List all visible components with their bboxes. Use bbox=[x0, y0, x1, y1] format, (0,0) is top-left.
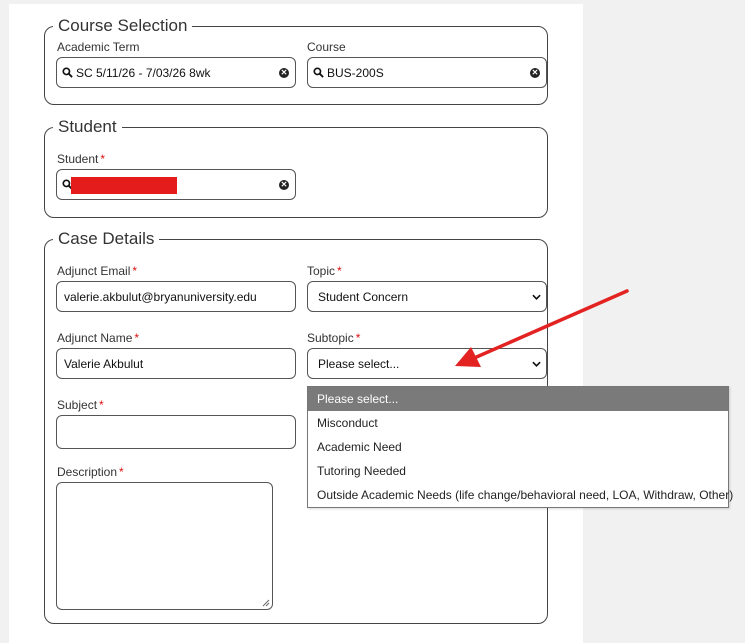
subject-label: Subject * bbox=[57, 398, 104, 412]
clear-icon[interactable]: ✕ bbox=[279, 67, 289, 78]
topic-select[interactable]: Student Concern bbox=[307, 281, 547, 312]
academic-term-value: SC 5/11/26 - 7/03/26 8wk bbox=[76, 65, 211, 80]
resize-grip-icon[interactable] bbox=[262, 599, 270, 607]
chevron-down-icon bbox=[532, 294, 541, 300]
academic-term-label: Academic Term bbox=[57, 40, 140, 54]
academic-term-field[interactable]: SC 5/11/26 - 7/03/26 8wk ✕ bbox=[56, 57, 296, 88]
adjunct-name-value: Valerie Akbulut bbox=[64, 356, 144, 371]
subtopic-option-outside-academic-needs[interactable]: Outside Academic Needs (life change/beha… bbox=[308, 483, 733, 507]
subtopic-label: Subtopic * bbox=[307, 331, 361, 345]
course-label: Course bbox=[307, 40, 346, 54]
subtopic-option-academic-need[interactable]: Academic Need bbox=[308, 435, 728, 459]
clear-icon[interactable]: ✕ bbox=[279, 179, 289, 190]
course-value: BUS-200S bbox=[327, 65, 384, 80]
subtopic-option-tutoring-needed[interactable]: Tutoring Needed bbox=[308, 459, 728, 483]
description-label: Description * bbox=[57, 465, 124, 479]
topic-label: Topic * bbox=[307, 264, 342, 278]
course-selection-legend: Course Selection bbox=[53, 17, 193, 35]
subtopic-option-misconduct[interactable]: Misconduct bbox=[308, 411, 728, 435]
adjunct-email-label: Adjunct Email * bbox=[57, 264, 138, 278]
adjunct-email-value: valerie.akbulut@bryanuniversity.edu bbox=[64, 289, 257, 304]
subtopic-select[interactable]: Please select... bbox=[307, 348, 547, 379]
student-label: Student * bbox=[57, 152, 106, 166]
description-textarea[interactable] bbox=[56, 482, 273, 610]
adjunct-name-label: Adjunct Name * bbox=[57, 331, 140, 345]
search-icon bbox=[313, 67, 324, 78]
redaction-block bbox=[71, 177, 177, 194]
subject-field[interactable] bbox=[56, 415, 296, 449]
case-details-legend: Case Details bbox=[53, 230, 160, 248]
course-field[interactable]: BUS-200S ✕ bbox=[307, 57, 547, 88]
clear-icon[interactable]: ✕ bbox=[530, 67, 540, 78]
subtopic-option-please-select[interactable]: Please select... bbox=[308, 387, 728, 411]
adjunct-email-field[interactable]: valerie.akbulut@bryanuniversity.edu bbox=[56, 281, 296, 312]
subtopic-value: Please select... bbox=[318, 356, 400, 371]
subtopic-dropdown-list: Please select... Misconduct Academic Nee… bbox=[307, 386, 733, 508]
topic-value: Student Concern bbox=[318, 289, 409, 304]
adjunct-name-field[interactable]: Valerie Akbulut bbox=[56, 348, 296, 379]
search-icon bbox=[62, 67, 73, 78]
student-legend: Student bbox=[53, 118, 122, 136]
chevron-down-icon bbox=[532, 361, 541, 367]
student-field[interactable]: ✕ bbox=[56, 169, 296, 200]
